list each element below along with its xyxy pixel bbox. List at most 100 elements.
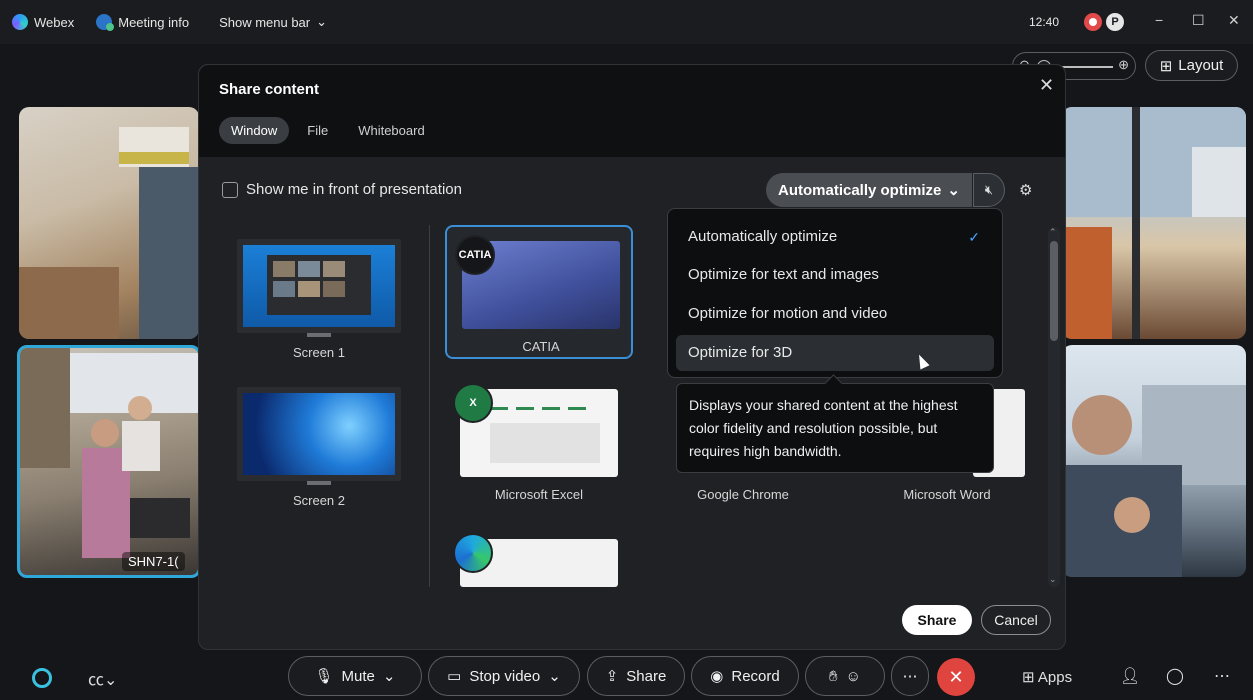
apps-icon: ⊞ xyxy=(1022,669,1035,686)
edge-icon xyxy=(453,533,493,573)
meeting-info-label: Meeting info xyxy=(118,14,190,30)
screen-thumbnail-image xyxy=(243,245,395,327)
optimize-dropdown[interactable]: Automatically optimize ⌄ xyxy=(766,173,972,207)
chevron-down-icon: ⌄ xyxy=(382,668,396,685)
cancel-button[interactable]: Cancel xyxy=(981,605,1051,635)
scrollbar-thumb[interactable] xyxy=(1050,241,1058,341)
tab-whiteboard[interactable]: Whiteboard xyxy=(346,117,436,144)
ai-assistant-icon[interactable] xyxy=(32,668,52,688)
gear-icon[interactable]: ⚙ xyxy=(1019,181,1032,199)
dialog-title: Share content xyxy=(219,81,320,98)
share-toolbar-button[interactable]: ⇪ Share xyxy=(587,656,685,696)
raise-hand-icon[interactable]: ✋︎ xyxy=(829,668,838,685)
scroll-up-icon[interactable]: ⌃ xyxy=(1049,227,1057,238)
webex-menu[interactable]: Webex xyxy=(12,14,74,30)
clock: 12:40 xyxy=(1029,15,1060,29)
more-options-button[interactable]: ⋯ xyxy=(891,656,929,696)
meeting-info-button[interactable]: Meeting info xyxy=(96,14,190,31)
show-menu-bar-button[interactable]: Show menu bar ⌄ xyxy=(219,14,327,30)
column-divider xyxy=(429,225,430,587)
record-icon: ◉ xyxy=(710,668,724,685)
screen-option-1[interactable]: Screen 1 xyxy=(237,239,401,360)
zoom-in-icon[interactable]: ⊕ xyxy=(1118,57,1129,73)
app-label: CATIA xyxy=(522,339,560,354)
chevron-down-icon: ⌄ xyxy=(548,668,561,685)
show-me-in-front-option[interactable]: Show me in front of presentation xyxy=(222,181,462,198)
share-audio-toggle[interactable]: 🔇︎ xyxy=(973,173,1005,207)
menu-item-motion-and-video[interactable]: Optimize for motion and video xyxy=(676,296,994,332)
share-tabs: Window File Whiteboard xyxy=(219,117,437,144)
tab-file[interactable]: File xyxy=(295,117,340,144)
more-panels-icon[interactable]: ⋯ xyxy=(1214,666,1230,686)
screen-thumbnail xyxy=(237,239,401,333)
scrollbar[interactable]: ⌃ ⌄ xyxy=(1048,227,1060,587)
app-option-edge[interactable] xyxy=(445,525,633,587)
apps-label: Apps xyxy=(1037,669,1073,686)
screen-thumbnail xyxy=(237,387,401,481)
screen-thumbnail-image xyxy=(243,393,395,475)
app-option-catia[interactable]: CATIA CATIA xyxy=(445,225,633,359)
participant-video-tile[interactable] xyxy=(19,107,199,339)
meeting-controls-bar: ㏄⌄ 🎙︎ Mute ⌄ ▭ Stop video ⌄ ⇪ Share ◉ Re… xyxy=(0,654,1253,700)
reaction-icon[interactable]: ☺ xyxy=(846,668,861,685)
chat-icon[interactable]: ◯ xyxy=(1166,666,1184,686)
share-button[interactable]: Share xyxy=(902,605,972,635)
chevron-down-icon: ⌄ xyxy=(947,182,960,199)
close-icon[interactable]: ✕ xyxy=(1039,75,1054,96)
screen-preview xyxy=(267,255,371,315)
show-me-label: Show me in front of presentation xyxy=(246,181,462,198)
stop-video-label: Stop video xyxy=(469,667,541,685)
app-option-excel[interactable]: X Microsoft Excel xyxy=(445,375,633,509)
menu-item-automatically-optimize[interactable]: Automatically optimize ✓ xyxy=(676,219,994,255)
close-window-button[interactable]: ✕ xyxy=(1228,12,1240,29)
stop-video-button[interactable]: ▭ Stop video ⌄ xyxy=(428,656,580,696)
webex-logo-icon xyxy=(12,14,28,30)
app-label: Microsoft Excel xyxy=(494,487,584,502)
apps-button[interactable]: ⊞ Apps xyxy=(1022,668,1072,686)
screen-option-2[interactable]: Screen 2 xyxy=(237,387,401,508)
lock-icon[interactable]: P xyxy=(1106,13,1124,31)
camera-icon: ▭ xyxy=(447,668,462,685)
screen-label: Screen 1 xyxy=(292,345,346,360)
dialog-header: Share content ✕ Window File Whiteboard xyxy=(199,65,1065,157)
title-bar: Webex Meeting info Show menu bar ⌄ 12:40… xyxy=(0,0,1253,44)
optimize-selected-label: Automatically optimize xyxy=(778,181,942,199)
maximize-button[interactable]: ☐ xyxy=(1192,12,1205,29)
menu-item-optimize-3d[interactable]: Optimize for 3D xyxy=(676,335,994,371)
participant-video-tile[interactable] xyxy=(1062,107,1246,339)
tab-window[interactable]: Window xyxy=(219,117,290,144)
optimize-3d-tooltip: Displays your shared content at the high… xyxy=(676,383,994,473)
reactions-group[interactable]: ✋︎ ☺ xyxy=(805,656,885,696)
optimize-menu: Automatically optimize ✓ Optimize for te… xyxy=(667,208,1003,378)
record-label: Record xyxy=(731,667,780,685)
webex-meeting-window: Webex Meeting info Show menu bar ⌄ 12:40… xyxy=(0,0,1253,700)
participant-video-tile[interactable] xyxy=(1062,345,1246,577)
end-call-button[interactable]: ✕ xyxy=(937,658,975,696)
catia-icon: CATIA xyxy=(455,235,495,275)
speaker-mute-icon: 🔇︎ xyxy=(984,182,994,197)
active-speaker-video-tile[interactable] xyxy=(17,345,201,578)
mute-button[interactable]: 🎙︎ Mute ⌄ xyxy=(288,656,422,696)
scroll-down-icon[interactable]: ⌄ xyxy=(1049,574,1057,585)
monitor-stand xyxy=(307,333,331,337)
checkmark-icon: ✓ xyxy=(968,229,980,245)
layout-grid-icon: ⊞ xyxy=(1159,57,1173,75)
layout-button[interactable]: ⊞ Layout xyxy=(1145,50,1238,81)
app-label: Google Chrome xyxy=(697,487,789,502)
minimize-button[interactable]: − xyxy=(1155,12,1163,28)
mute-label: Mute xyxy=(341,667,375,685)
participants-icon[interactable]: 👤︎ xyxy=(1120,666,1140,686)
video-frame-image xyxy=(20,348,198,558)
share-screen-icon: ⇪ xyxy=(605,668,619,685)
menu-item-text-and-images[interactable]: Optimize for text and images xyxy=(676,257,994,293)
captions-icon[interactable]: ㏄⌄ xyxy=(88,666,117,690)
record-button[interactable]: ◉ Record xyxy=(691,656,799,696)
excel-icon: X xyxy=(453,383,493,423)
video-frame-image xyxy=(1062,107,1246,339)
show-me-checkbox[interactable] xyxy=(222,181,238,198)
participant-name-label: SHN7-1( xyxy=(122,552,185,571)
chevron-down-icon: ⌄ xyxy=(316,14,328,29)
show-menu-bar-label: Show menu bar xyxy=(219,14,311,30)
microphone-icon: 🎙︎ xyxy=(314,668,334,685)
video-frame-image xyxy=(19,127,199,339)
